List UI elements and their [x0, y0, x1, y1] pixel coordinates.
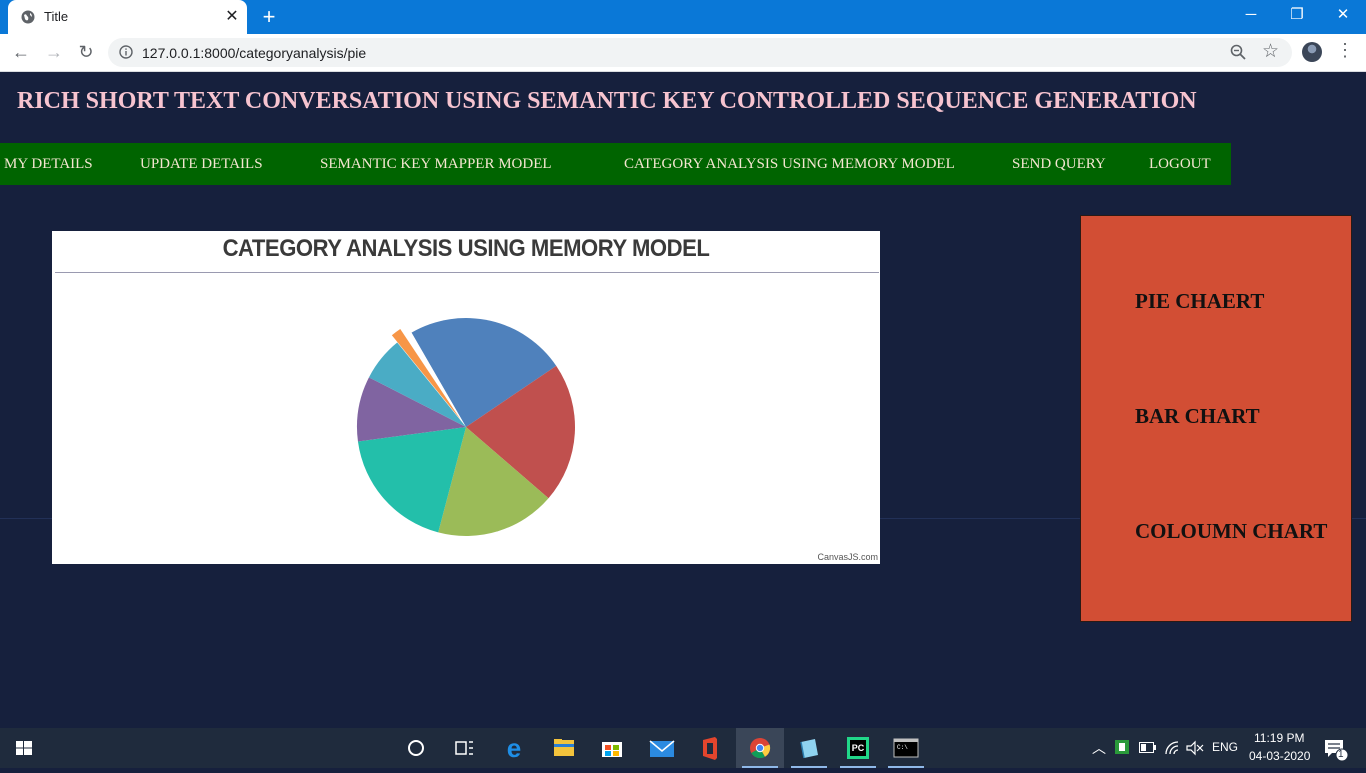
- bar-chart-link[interactable]: BAR CHART: [1135, 404, 1260, 429]
- chart-credit[interactable]: CanvasJS.com: [817, 552, 878, 562]
- nav-send-query[interactable]: SEND QUERY: [1012, 143, 1106, 185]
- pycharm-icon: PC: [847, 737, 869, 759]
- nav-logout[interactable]: LOGOUT: [1149, 143, 1211, 185]
- column-chart-link[interactable]: COLOUMN CHART: [1135, 519, 1327, 544]
- language-indicator[interactable]: ENG: [1212, 740, 1238, 754]
- new-tab-button[interactable]: +: [258, 6, 280, 28]
- pie-chart-link[interactable]: PIE CHAERT: [1135, 289, 1264, 314]
- svg-text:C:\: C:\: [897, 744, 908, 751]
- page-title: RICH SHORT TEXT CONVERSATION USING SEMAN…: [17, 88, 1197, 114]
- svg-text:e: e: [507, 733, 521, 763]
- terminal-icon: C:\: [893, 738, 919, 758]
- nav-my-details[interactable]: MY DETAILS: [4, 143, 93, 185]
- bookmark-star-icon[interactable]: ☆: [1262, 40, 1279, 63]
- volume-muted-icon[interactable]: [1186, 740, 1204, 756]
- pie-chart[interactable]: [52, 231, 880, 564]
- chart-container: CATEGORY ANALYSIS USING MEMORY MODEL Can…: [52, 231, 880, 564]
- wifi-icon[interactable]: [1164, 740, 1180, 756]
- restore-icon[interactable]: ❐: [1274, 0, 1320, 30]
- tray-chevron-icon[interactable]: ︿: [1092, 738, 1106, 758]
- address-bar[interactable]: 127.0.0.1:8000/categoryanalysis/pie ☆: [108, 38, 1292, 67]
- minimize-icon[interactable]: ─: [1228, 0, 1274, 30]
- mail-icon[interactable]: [638, 728, 686, 768]
- task-view-icon[interactable]: [440, 728, 488, 768]
- app-taskbar-button[interactable]: [785, 728, 833, 768]
- menu-kebab-icon[interactable]: ⋮: [1336, 40, 1354, 61]
- chrome-icon: [750, 738, 771, 759]
- main-nav: MY DETAILS UPDATE DETAILS SEMANTIC KEY M…: [0, 143, 1231, 185]
- nav-update-details[interactable]: UPDATE DETAILS: [140, 143, 263, 185]
- forward-arrow-icon[interactable]: →: [41, 40, 67, 64]
- avatar[interactable]: [1302, 42, 1322, 62]
- clock-time[interactable]: 11:19 PM: [1254, 731, 1304, 745]
- clock-date[interactable]: 04-03-2020: [1249, 749, 1310, 763]
- browser-tab[interactable]: Title ✕: [8, 0, 247, 34]
- search-circle-icon[interactable]: [392, 728, 440, 768]
- url-text: 127.0.0.1:8000/categoryanalysis/pie: [142, 45, 367, 61]
- tab-close-icon[interactable]: ✕: [222, 7, 242, 27]
- battery-icon[interactable]: [1139, 742, 1157, 753]
- file-explorer-icon[interactable]: [540, 728, 588, 768]
- globe-icon: [21, 10, 35, 24]
- zoom-out-icon[interactable]: [1230, 44, 1246, 60]
- notepad-icon: [800, 739, 818, 759]
- window-close-icon[interactable]: ✕: [1320, 0, 1366, 30]
- chart-type-panel: PIE CHAERT BAR CHART COLOUMN CHART: [1080, 215, 1352, 622]
- nav-semantic-key-mapper-model[interactable]: SEMANTIC KEY MAPPER MODEL: [320, 143, 552, 185]
- chrome-taskbar-button[interactable]: [736, 728, 784, 768]
- edge-browser-icon[interactable]: e: [490, 728, 538, 768]
- browser-toolbar: ← → ↻ 127.0.0.1:8000/categoryanalysis/pi…: [0, 34, 1366, 72]
- notification-count: 1: [1338, 749, 1344, 760]
- terminal-taskbar-button[interactable]: C:\: [882, 728, 930, 768]
- tab-title: Title: [44, 9, 69, 24]
- battery-app-icon[interactable]: [1114, 739, 1130, 755]
- reload-icon[interactable]: ↻: [73, 40, 99, 64]
- notification-icon[interactable]: [1323, 738, 1349, 762]
- back-arrow-icon[interactable]: ←: [8, 40, 34, 64]
- pycharm-taskbar-button[interactable]: PC: [834, 728, 882, 768]
- store-icon[interactable]: [588, 728, 636, 768]
- svg-text:PC: PC: [852, 743, 865, 753]
- office-icon[interactable]: [686, 728, 734, 768]
- info-icon[interactable]: [119, 45, 133, 59]
- windows-start-icon[interactable]: [0, 728, 48, 768]
- nav-category-analysis[interactable]: CATEGORY ANALYSIS USING MEMORY MODEL: [624, 143, 955, 185]
- taskbar: e PC C:\ ︿ ENG 11:19 PM 04-03-2020 1: [0, 728, 1366, 768]
- browser-tab-strip: Title ✕ + ─ ❐ ✕: [0, 0, 1366, 34]
